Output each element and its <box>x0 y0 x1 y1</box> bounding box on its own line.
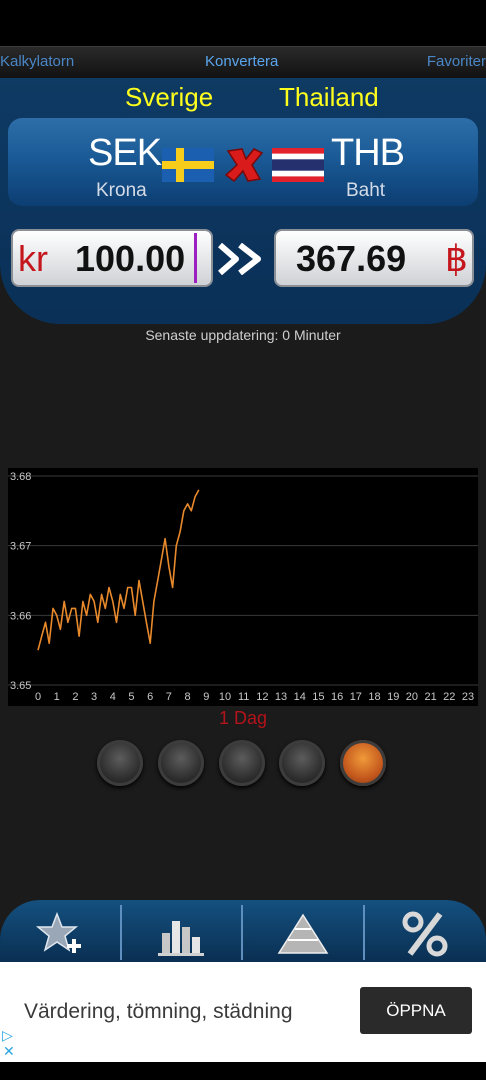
y-tick-label: 3.67 <box>10 541 31 553</box>
from-currency-symbol: kr <box>18 238 48 279</box>
x-tick-label: 21 <box>424 691 436 703</box>
pyramid-button[interactable] <box>243 906 363 962</box>
navigation-bar <box>0 1062 486 1080</box>
tab-convert[interactable]: Konvertera <box>205 53 278 70</box>
sweden-flag-icon[interactable] <box>162 148 214 182</box>
period-button-1[interactable] <box>97 740 143 786</box>
x-tick-label: 8 <box>185 691 191 703</box>
x-tick-label: 15 <box>312 691 324 703</box>
from-currency-code[interactable]: SEK <box>88 132 162 175</box>
x-tick-label: 16 <box>331 691 343 703</box>
x-tick-label: 13 <box>275 691 287 703</box>
percent-icon <box>402 911 448 957</box>
chart-background <box>8 468 478 706</box>
tab-favorites[interactable]: Favoriter <box>427 53 486 70</box>
x-tick-label: 19 <box>387 691 399 703</box>
top-tab-bar: Kalkylatorn Konvertera Favoriter <box>0 46 486 79</box>
ad-open-button[interactable]: ÖPPNA <box>360 987 472 1034</box>
chart-button[interactable] <box>121 906 241 962</box>
text-cursor <box>194 233 197 283</box>
convert-arrow-icon <box>218 243 261 275</box>
x-tick-label: 23 <box>462 691 474 703</box>
amount-value[interactable]: 100.00 <box>75 238 185 280</box>
ad-close-icon[interactable]: ✕ <box>3 1043 15 1060</box>
x-tick-label: 18 <box>368 691 380 703</box>
x-tick-label: 22 <box>443 691 455 703</box>
to-currency-name: Baht <box>346 180 386 201</box>
period-button-3[interactable] <box>219 740 265 786</box>
y-tick-label: 3.68 <box>10 471 31 483</box>
x-tick-label: 9 <box>203 691 209 703</box>
period-button-5[interactable] <box>340 740 386 786</box>
y-tick-label: 3.66 <box>10 610 31 622</box>
last-update-text: Senaste uppdatering: 0 Minuter <box>145 327 341 343</box>
pyramid-icon <box>277 913 329 954</box>
ad-text[interactable]: Värdering, tömning, städning <box>24 1000 293 1024</box>
x-tick-label: 12 <box>256 691 268 703</box>
x-tick-label: 4 <box>110 691 116 703</box>
x-tick-label: 5 <box>128 691 134 703</box>
rate-chart[interactable]: 3.65 3.66 3.67 3.68 0 1 2 3 4 5 6 7 8 9 10 11 12 13 14 15 16… <box>8 468 478 706</box>
x-tick-label: 3 <box>91 691 97 703</box>
to-currency-symbol: ฿ <box>445 238 468 279</box>
tab-calculator[interactable]: Kalkylatorn <box>0 53 74 70</box>
to-country[interactable]: Thailand <box>279 82 379 113</box>
bar-chart-icon <box>158 921 204 956</box>
from-country[interactable]: Sverige <box>125 82 213 113</box>
x-tick-label: 0 <box>35 691 41 703</box>
x-tick-label: 2 <box>72 691 78 703</box>
x-tick-label: 1 <box>54 691 60 703</box>
period-button-4[interactable] <box>279 740 325 786</box>
y-tick-label: 3.65 <box>10 680 31 692</box>
x-tick-label: 10 <box>219 691 231 703</box>
x-tick-label: 7 <box>166 691 172 703</box>
x-tick-label: 20 <box>406 691 418 703</box>
to-currency-code[interactable]: THB <box>331 132 405 175</box>
ad-choices-icon[interactable]: ▷ <box>2 1027 13 1044</box>
x-tick-label: 11 <box>238 691 249 703</box>
star-plus-icon <box>35 911 81 953</box>
add-favorite-button[interactable] <box>0 906 120 962</box>
percent-button[interactable] <box>365 906 485 962</box>
x-tick-label: 6 <box>147 691 153 703</box>
period-button-2[interactable] <box>158 740 204 786</box>
rate-chart-svg: 3.653.663.673.680 1 2 3 4 5 6 7 8 9 10 11 12 13 14 15 16… <box>8 468 478 706</box>
x-tick-label: 14 <box>294 691 306 703</box>
from-currency-name: Krona <box>96 180 147 201</box>
thailand-flag-icon[interactable] <box>272 148 324 182</box>
status-bar <box>0 0 486 46</box>
result-value: 367.69 <box>296 238 407 279</box>
x-tick-label: 17 <box>350 691 362 703</box>
swap-currencies-icon[interactable] <box>222 145 264 185</box>
chart-period-label: 1 Dag <box>218 708 268 728</box>
